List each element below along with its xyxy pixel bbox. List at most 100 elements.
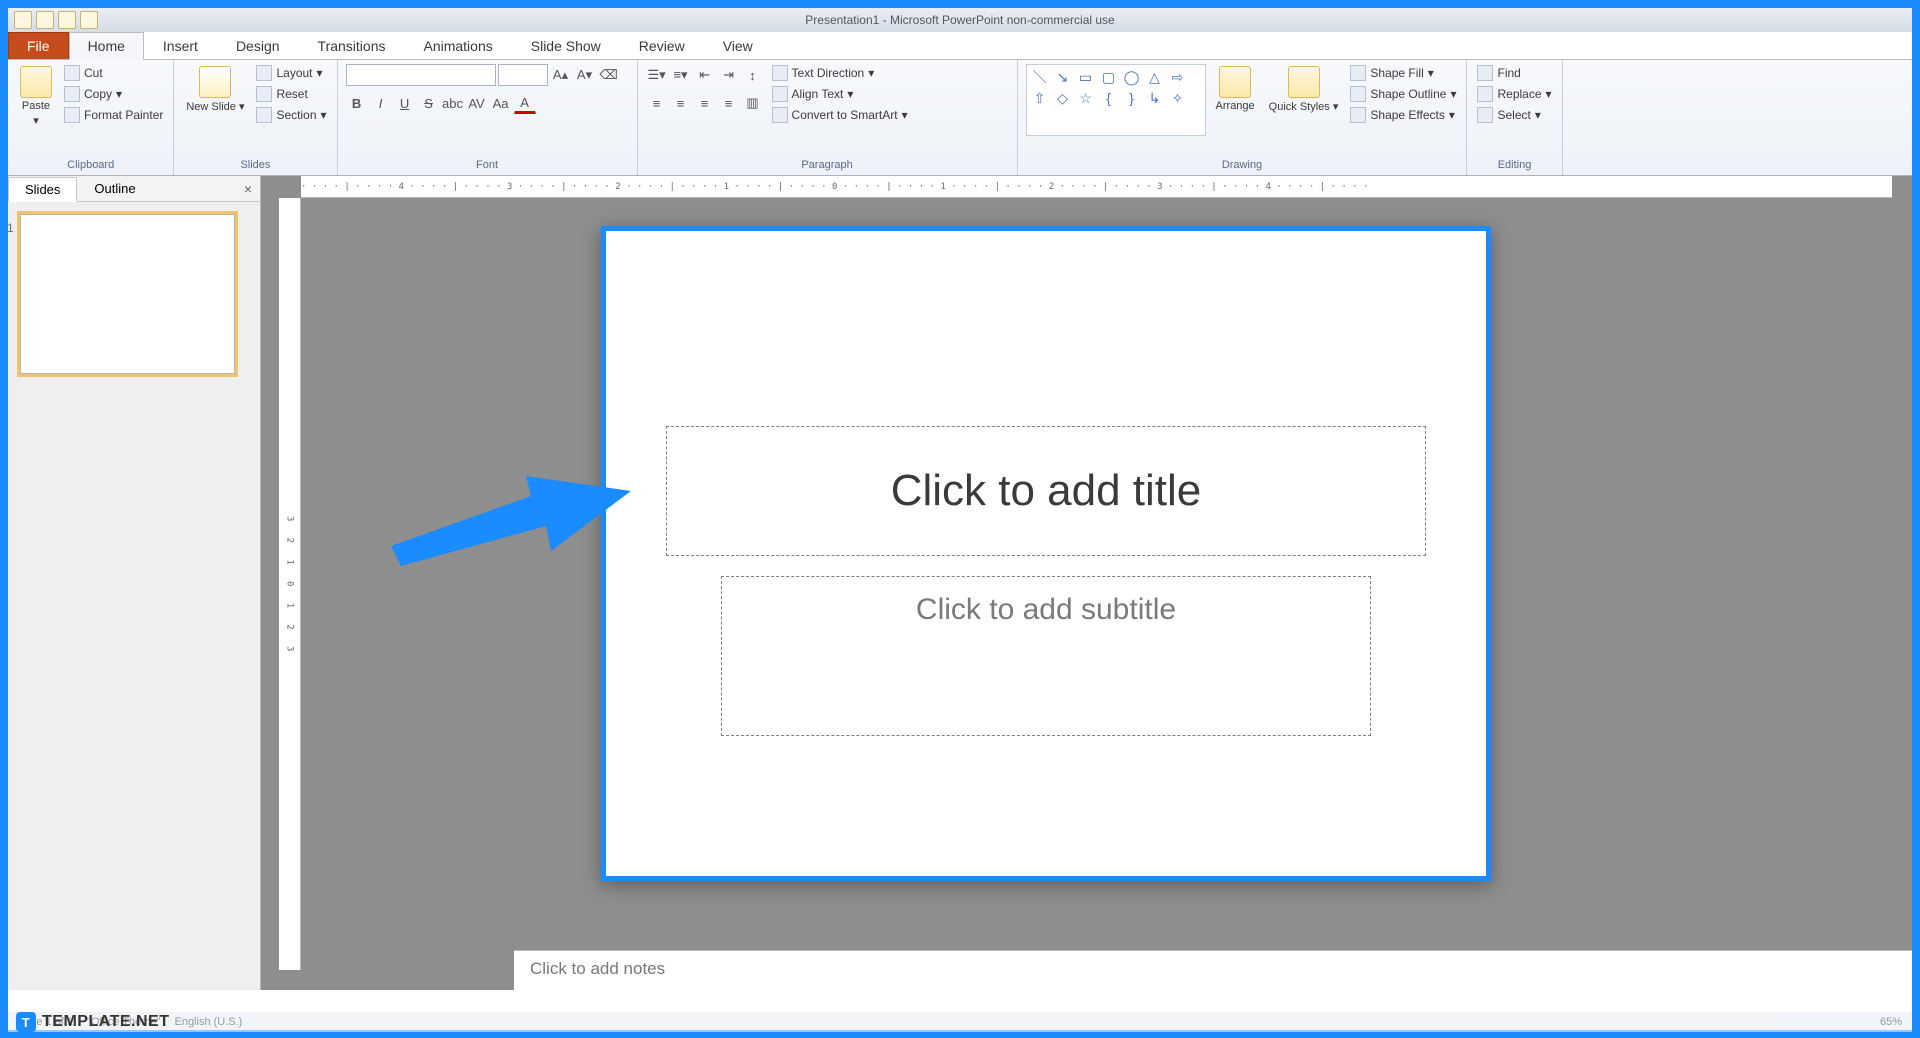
group-label-paragraph: Paragraph — [646, 157, 1009, 173]
arrange-icon — [1219, 66, 1251, 98]
new-slide-button[interactable]: New Slide ▾ — [182, 64, 248, 115]
slide[interactable]: Click to add title Click to add subtitle — [601, 226, 1491, 881]
select-icon — [1477, 107, 1493, 123]
layout-button[interactable]: Layout ▾ — [254, 64, 328, 82]
shape-diamond-icon[interactable]: ◇ — [1053, 89, 1073, 107]
columns-button[interactable]: ▥ — [742, 92, 764, 114]
group-slides: New Slide ▾ Layout ▾ Reset Section ▾ Sli… — [174, 60, 337, 175]
bold-button[interactable]: B — [346, 92, 368, 114]
text-direction-icon — [772, 65, 788, 81]
qat-undo-icon[interactable] — [36, 11, 54, 29]
char-spacing-button[interactable]: AV — [466, 92, 488, 114]
tab-view[interactable]: View — [704, 32, 772, 59]
tab-transitions[interactable]: Transitions — [299, 32, 405, 59]
tab-slideshow[interactable]: Slide Show — [512, 32, 620, 59]
notes-pane[interactable]: Click to add notes — [514, 950, 1912, 990]
align-center-button[interactable]: ≡ — [670, 92, 692, 114]
shrink-font-button[interactable]: A▾ — [574, 64, 596, 86]
shape-right-arrow-icon[interactable]: ⇨ — [1168, 68, 1188, 86]
quick-styles-button[interactable]: Quick Styles ▾ — [1265, 64, 1343, 115]
underline-button[interactable]: U — [394, 92, 416, 114]
format-painter-button[interactable]: Format Painter — [62, 106, 165, 124]
increase-indent-button[interactable]: ⇥ — [718, 64, 740, 86]
font-size-input[interactable] — [498, 64, 548, 86]
ribbon: Paste ▾ Cut Copy ▾ Format Painter Clipbo… — [8, 60, 1912, 176]
shapes-gallery[interactable]: ＼ ↘ ▭ ▢ ◯ △ ⇨ ⇧ ◇ ☆ { } ↳ ✧ — [1026, 64, 1206, 136]
tab-review[interactable]: Review — [620, 32, 704, 59]
side-tab-outline[interactable]: Outline — [77, 176, 152, 201]
shape-rect-icon[interactable]: ▭ — [1076, 68, 1096, 86]
subtitle-placeholder-text: Click to add subtitle — [916, 593, 1176, 627]
shape-roundrect-icon[interactable]: ▢ — [1099, 68, 1119, 86]
tab-animations[interactable]: Animations — [404, 32, 511, 59]
thumbnail-list: 1 — [8, 202, 260, 990]
slide-thumbnail[interactable]: 1 — [20, 214, 235, 374]
tab-insert[interactable]: Insert — [144, 32, 217, 59]
clear-format-button[interactable]: ⌫ — [598, 64, 620, 86]
line-spacing-button[interactable]: ↕ — [742, 64, 764, 86]
slides-panel: Slides Outline × 1 — [8, 176, 261, 990]
change-case-button[interactable]: Aa — [490, 92, 512, 114]
shape-star-icon[interactable]: ☆ — [1076, 89, 1096, 107]
shape-callout-icon[interactable]: ✧ — [1168, 89, 1188, 107]
side-tab-slides[interactable]: Slides — [8, 177, 77, 202]
align-left-button[interactable]: ≡ — [646, 92, 668, 114]
shape-line-icon[interactable]: ＼ — [1030, 68, 1050, 86]
font-color-button[interactable]: A — [514, 92, 536, 114]
shape-oval-icon[interactable]: ◯ — [1122, 68, 1142, 86]
paste-icon — [20, 66, 52, 98]
grow-font-button[interactable]: A▴ — [550, 64, 572, 86]
text-direction-button[interactable]: Text Direction ▾ — [770, 64, 910, 82]
find-button[interactable]: Find — [1475, 64, 1553, 82]
qat-save-icon[interactable] — [14, 11, 32, 29]
annotation-arrow-icon — [391, 456, 631, 566]
justify-button[interactable]: ≡ — [718, 92, 740, 114]
shape-triangle-icon[interactable]: △ — [1145, 68, 1165, 86]
select-button[interactable]: Select ▾ — [1475, 106, 1553, 124]
align-right-button[interactable]: ≡ — [694, 92, 716, 114]
arrange-button[interactable]: Arrange — [1212, 64, 1259, 114]
reset-button[interactable]: Reset — [254, 85, 328, 103]
group-paragraph: ☰▾ ≡▾ ⇤ ⇥ ↕ ≡ ≡ ≡ ≡ ▥ Text Dire — [638, 60, 1018, 175]
subtitle-placeholder[interactable]: Click to add subtitle — [721, 576, 1371, 736]
align-text-button[interactable]: Align Text ▾ — [770, 85, 910, 103]
group-clipboard: Paste ▾ Cut Copy ▾ Format Painter Clipbo… — [8, 60, 174, 175]
title-placeholder[interactable]: Click to add title — [666, 426, 1426, 556]
shape-connector-icon[interactable]: ↳ — [1145, 89, 1165, 107]
effects-icon — [1350, 107, 1366, 123]
bucket-icon — [1350, 65, 1366, 81]
bullets-button[interactable]: ☰▾ — [646, 64, 668, 86]
shape-up-arrow-icon[interactable]: ⇧ — [1030, 89, 1050, 107]
tab-file[interactable]: File — [8, 32, 69, 59]
tab-home[interactable]: Home — [69, 32, 144, 60]
close-panel-icon[interactable]: × — [236, 177, 260, 201]
numbering-button[interactable]: ≡▾ — [670, 64, 692, 86]
shape-effects-button[interactable]: Shape Effects ▾ — [1348, 106, 1458, 124]
qat-redo-icon[interactable] — [58, 11, 76, 29]
tab-design[interactable]: Design — [217, 32, 299, 59]
convert-smartart-button[interactable]: Convert to SmartArt ▾ — [770, 106, 910, 124]
slide-canvas-area: · · · · | · · · · 4 · · · · | · · · · 3 … — [261, 176, 1912, 990]
quick-access-toolbar[interactable] — [14, 11, 98, 29]
paste-button[interactable]: Paste ▾ — [16, 64, 56, 129]
italic-button[interactable]: I — [370, 92, 392, 114]
shape-outline-button[interactable]: Shape Outline ▾ — [1348, 85, 1458, 103]
find-icon — [1477, 65, 1493, 81]
decrease-indent-button[interactable]: ⇤ — [694, 64, 716, 86]
text-shadow-button[interactable]: abc — [442, 92, 464, 114]
status-zoom[interactable]: 65% — [1880, 1016, 1902, 1028]
replace-button[interactable]: Replace ▾ — [1475, 85, 1553, 103]
shape-brace-r-icon[interactable]: } — [1122, 89, 1142, 107]
shape-fill-button[interactable]: Shape Fill ▾ — [1348, 64, 1458, 82]
shape-arrow-icon[interactable]: ↘ — [1053, 68, 1073, 86]
cut-button[interactable]: Cut — [62, 64, 165, 82]
shape-brace-l-icon[interactable]: { — [1099, 89, 1119, 107]
qat-more-icon[interactable] — [80, 11, 98, 29]
strike-button[interactable]: S — [418, 92, 440, 114]
copy-button[interactable]: Copy ▾ — [62, 85, 165, 103]
title-placeholder-text: Click to add title — [891, 466, 1202, 516]
dropdown-icon: ▾ — [33, 114, 39, 127]
section-button[interactable]: Section ▾ — [254, 106, 328, 124]
font-name-input[interactable] — [346, 64, 496, 86]
section-icon — [256, 107, 272, 123]
